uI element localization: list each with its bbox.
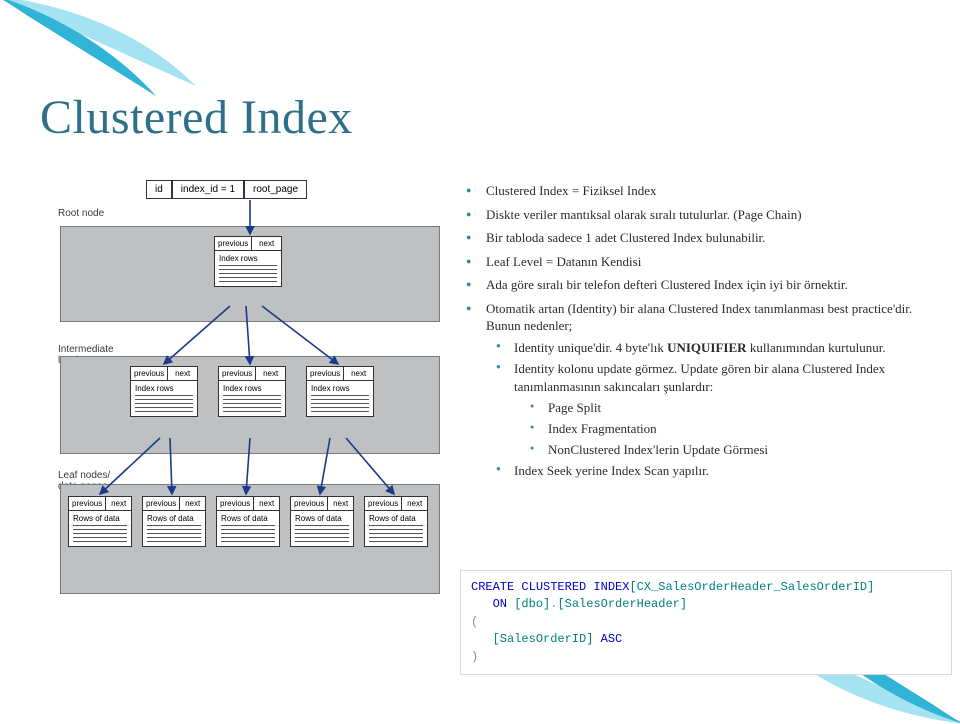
slide-title: Clustered Index [40,90,353,145]
intermediate-page: previousnext Index rows [130,366,198,417]
intermediate-page: previousnext Index rows [306,366,374,417]
bullet-subitem: Identity kolonu update görmez. Update gö… [508,360,920,458]
bullet-item: Leaf Level = Datanın Kendisi [480,253,920,271]
header-index-id: index_id = 1 [172,180,244,199]
header-root-page: root_page [244,180,307,199]
root-page: previousnext Index rows [214,236,282,287]
bullet-content: Clustered Index = Fiziksel Index Diskte … [460,182,920,486]
leaf-page: previousnext Rows of data [142,496,206,547]
leaf-page: previousnext Rows of data [364,496,428,547]
clustered-index-diagram: id index_id = 1 root_page Root node prev… [60,180,440,610]
leaf-page: previousnext Rows of data [216,496,280,547]
leaf-page: previousnext Rows of data [290,496,354,547]
bullet-item: Otomatik artan (Identity) bir alana Clus… [480,300,920,480]
bullet-subitem: Identity unique'dir. 4 byte'lık UNIQUIFI… [508,339,920,357]
bullet-subsubitem: Page Split [542,399,920,417]
bullet-item: Bir tabloda sadece 1 adet Clustered Inde… [480,229,920,247]
bullet-item: Ada göre sıralı bir telefon defteri Clus… [480,276,920,294]
bullet-subsubitem: Index Fragmentation [542,420,920,438]
leaf-page: previousnext Rows of data [68,496,132,547]
bullet-item: Diskte veriler mantıksal olarak sıralı t… [480,206,920,224]
header-id: id [146,180,172,199]
bullet-subsubitem: NonClustered Index'lerin Update Görmesi [542,441,920,459]
bullet-item: Clustered Index = Fiziksel Index [480,182,920,200]
root-level-label: Root node [58,208,104,219]
bullet-subitem: Index Seek yerine Index Scan yapılır. [508,462,920,480]
intermediate-page: previousnext Index rows [218,366,286,417]
diagram-header-row: id index_id = 1 root_page [146,180,307,199]
sql-code-block: CREATE CLUSTERED INDEX[CX_SalesOrderHead… [460,570,952,675]
